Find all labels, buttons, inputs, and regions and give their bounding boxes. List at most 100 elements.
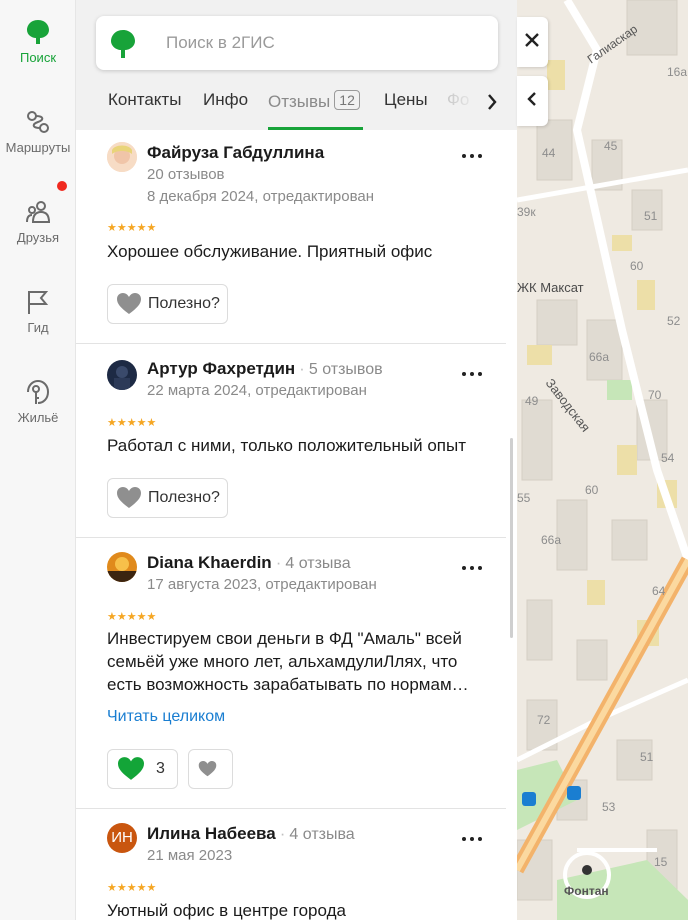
tab-bar: Контакты Инфо Отзывы12 Цены Фо [76,84,517,130]
review-author[interactable]: Илина Набеева · 4 отзыва [147,824,355,844]
separator-dot: · [299,359,305,378]
map-label: 51 [644,209,658,223]
map-label: 15 [654,855,668,869]
rail-item-search[interactable]: Поиск [0,18,76,65]
map-label: 54 [661,451,675,465]
useful-label: Полезно? [148,489,220,506]
rail-item-guide[interactable]: Гид [0,288,76,335]
rail-label-routes: Маршруты [5,140,71,155]
svg-text:Фонтан: Фонтан [564,884,609,898]
map-label: 55 [517,491,531,505]
separator-dot: · [279,824,286,843]
house-key-icon [27,379,50,404]
useful-button[interactable]: Полезно? [107,284,228,324]
review-date: 17 августа 2023, отредактирован [147,576,377,593]
heart-icon [117,293,141,314]
left-rail: Поиск Маршруты Друзья Гид Жильё [0,0,76,920]
map-label: 66а [541,533,561,547]
close-icon [525,33,539,47]
useful-button[interactable] [188,749,233,789]
chevron-left-icon [527,92,536,106]
read-more-link[interactable]: Читать целиком [107,708,225,726]
map-label: 60 [630,259,644,273]
tab-reviews[interactable]: Отзывы 12 [268,90,360,112]
likes-count: 3 [156,760,165,777]
leaf-logo-icon [27,20,49,44]
rail-item-friends[interactable]: Друзья [0,198,76,245]
search-input[interactable] [166,30,466,56]
review-author-name: Артур Фахретдин [147,359,296,378]
review-author-count: 4 отзыва [289,826,355,843]
review-text: Хорошее обслуживание. Приятный офис [107,242,433,261]
friends-icon [26,201,51,223]
review-author[interactable]: Файруза Габдуллина [147,143,324,163]
tab-contacts[interactable]: Контакты [108,90,181,110]
close-panel-button[interactable] [517,17,548,67]
panel-header: Контакты Инфо Отзывы12 Цены Фо [76,0,517,130]
map-label: 72 [537,713,551,727]
more-options-icon[interactable] [460,151,484,161]
review-author[interactable]: Артур Фахретдин · 5 отзывов [147,359,383,379]
review-date: 21 мая 2023 [147,847,233,864]
more-options-icon[interactable] [460,834,484,844]
review-date: 8 декабря 2024, отредактирован [147,188,375,205]
svg-text:ЖК Максат: ЖК Максат [517,280,584,295]
map-label: 44 [542,146,556,160]
flag-icon [28,291,49,314]
map-view[interactable]: 16а 45 44 51 39к 60 52 66а 70 49 54 55 6… [517,0,688,920]
rating-stars: ★★★★★ [107,222,157,234]
tab-reviews-label: Отзывы [268,92,331,111]
tab-prices[interactable]: Цены [384,90,428,110]
rail-label-housing: Жильё [17,410,59,425]
review-date: 22 марта 2024, отредактирован [147,382,367,399]
reviews-count-badge: 12 [334,90,360,110]
avatar: ИН [107,823,137,853]
avatar-photo [107,360,137,390]
scrollbar-thumb[interactable] [510,438,513,638]
tab-info[interactable]: Инфо [203,90,248,110]
rating-stars: ★★★★★ [107,417,157,429]
map-label: 45 [604,139,618,153]
review-author-name: Илина Набеева [147,824,276,843]
separator-dot: · [275,553,282,572]
map-label: 64 [652,584,666,598]
map-label: 53 [602,800,616,814]
map-label: 66а [589,350,609,364]
map-label: 60 [585,483,599,497]
rail-label-guide: Гид [27,320,49,335]
chevron-right-icon[interactable] [480,90,504,114]
like-button[interactable]: 3 [107,749,178,789]
map-label: 52 [667,314,681,328]
review-author-name: Diana Khaerdin [147,553,272,572]
heart-icon [117,487,141,508]
routes-icon [27,111,49,133]
search-box[interactable] [96,16,498,70]
avatar [107,142,137,172]
rail-item-routes[interactable]: Маршруты [0,108,76,155]
rail-item-housing[interactable]: Жильё [0,378,76,425]
map-label: 49 [525,394,539,408]
map-label: 51 [640,750,654,764]
useful-label: Полезно? [148,295,220,312]
heart-icon [198,760,217,777]
rail-label-friends: Друзья [16,230,60,245]
review-text: Уютный офис в центре города [107,901,346,920]
more-options-icon[interactable] [460,563,484,573]
review-card: Файруза Габдуллина 20 отзывов 8 декабря … [76,130,506,344]
review-author-count: 20 отзывов [147,166,225,183]
avatar-photo [107,142,137,172]
collapse-panel-button[interactable] [517,76,548,126]
map-label: 16а [667,65,687,79]
map-canvas: 16а 45 44 51 39к 60 52 66а 70 49 54 55 6… [517,0,688,920]
rating-stars: ★★★★★ [107,611,157,623]
leaf-logo-icon [111,30,135,58]
useful-button[interactable]: Полезно? [107,478,228,518]
more-options-icon[interactable] [460,369,484,379]
review-author[interactable]: Diana Khaerdin · 4 отзыва [147,553,351,573]
avatar-photo [107,552,137,582]
review-text: Работал с ними, только положительный опы… [107,436,467,455]
rail-label-search: Поиск [19,50,57,65]
avatar [107,360,137,390]
place-panel: Контакты Инфо Отзывы12 Цены Фо Файруза Г… [76,0,517,920]
map-label: 70 [648,388,662,402]
